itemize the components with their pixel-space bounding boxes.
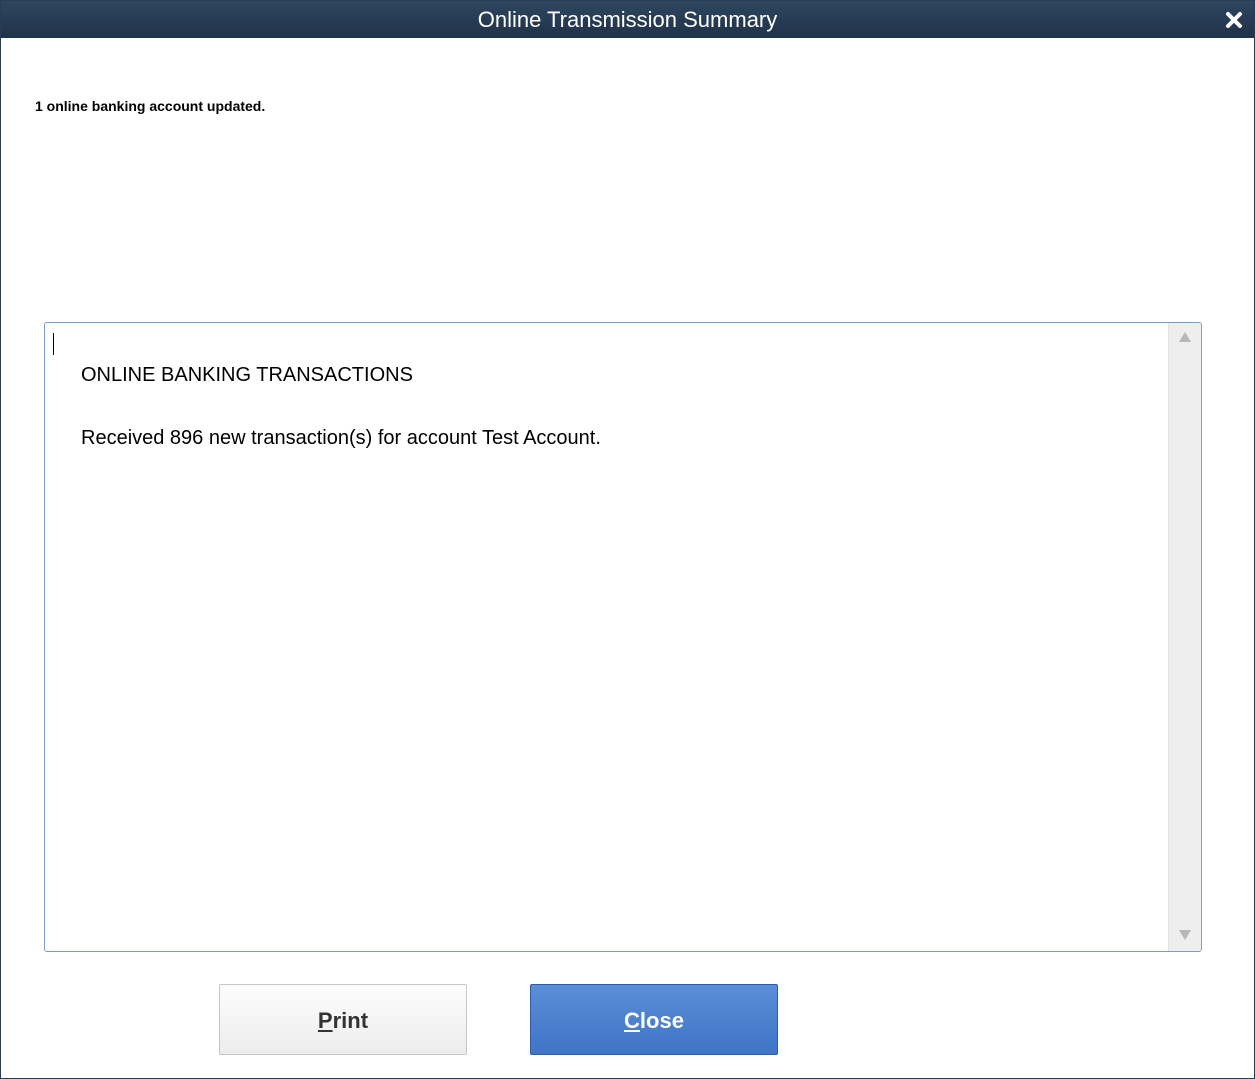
summary-line: Received 896 new transaction(s) for acco… (81, 427, 601, 449)
print-label: rint (332, 1008, 369, 1033)
print-button[interactable]: Print (219, 984, 467, 1055)
transmission-summary-dialog: Online Transmission Summary 1 online ban… (0, 0, 1255, 1079)
scroll-up-icon[interactable] (1169, 323, 1201, 353)
close-label: lose (639, 1008, 684, 1033)
summary-textbox[interactable]: ONLINE BANKING TRANSACTIONS Received 896… (44, 322, 1202, 952)
vertical-scrollbar[interactable] (1168, 323, 1201, 951)
summary-content: ONLINE BANKING TRANSACTIONS Received 896… (81, 363, 1161, 489)
dialog-title: Online Transmission Summary (477, 7, 778, 32)
summary-heading: ONLINE BANKING TRANSACTIONS (81, 364, 413, 386)
title-bar[interactable]: Online Transmission Summary (1, 1, 1254, 38)
close-icon[interactable] (1222, 8, 1246, 32)
scroll-down-icon[interactable] (1169, 921, 1201, 951)
text-caret (53, 333, 54, 355)
status-message: 1 online banking account updated. (35, 98, 266, 114)
close-button[interactable]: Close (530, 984, 778, 1055)
print-mnemonic: P (317, 1008, 333, 1033)
close-mnemonic: C (624, 1008, 640, 1033)
